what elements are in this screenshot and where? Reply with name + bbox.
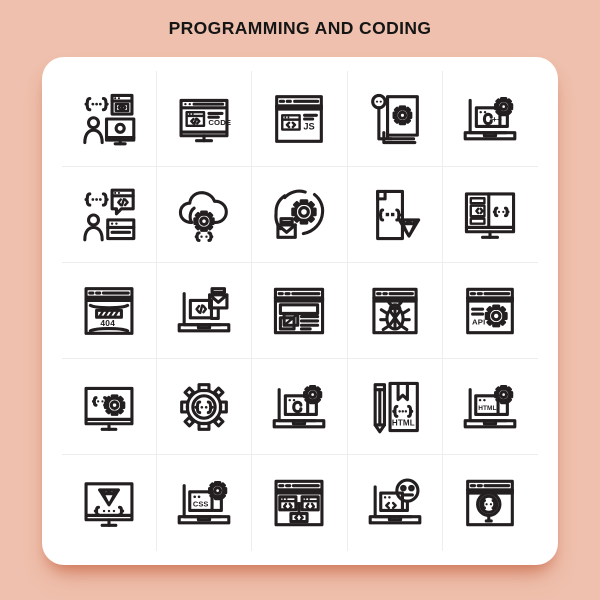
icon-cell-developer-gear-process[interactable] xyxy=(252,167,348,263)
laptop-developer-coding-icon xyxy=(173,280,235,342)
icon-cell-cloud-computing-gear-code[interactable] xyxy=(157,167,253,263)
developer-with-monitor-and-code-brackets-icon xyxy=(78,88,140,150)
developer-gear-process-icon xyxy=(268,184,330,246)
icon-cell-browser-javascript-window[interactable]: JS xyxy=(252,71,348,167)
icon-cell-browser-api-gear[interactable]: API xyxy=(442,263,538,359)
browser-api-gear-icon: API xyxy=(459,280,521,342)
icon-cell-laptop-css-gear[interactable]: CSS xyxy=(157,455,253,551)
laptop-csharp-gear-icon xyxy=(268,376,330,438)
icon-cell-laptop-code-neutral-face[interactable] xyxy=(348,455,443,551)
icon-cell-laptop-developer-coding[interactable] xyxy=(157,263,253,359)
developer-chat-code-brackets-icon xyxy=(78,184,140,246)
icon-cell-developer-chat-code-brackets[interactable] xyxy=(62,167,158,263)
svg-text:CSS: CSS xyxy=(193,500,209,509)
icon-cell-monitor-diamond-code[interactable] xyxy=(62,455,158,551)
pencil-html-book-icon: HTML xyxy=(364,376,426,438)
monitor-code-editor-icon: CODE xyxy=(173,88,232,150)
icon-cell-browser-code-sitemap-tree[interactable] xyxy=(252,455,348,551)
icon-cell-browser-404-error-page[interactable]: 404 xyxy=(62,263,158,359)
browser-javascript-window-icon: JS xyxy=(268,88,330,150)
icon-cell-monitor-code-gear-settings[interactable] xyxy=(62,359,158,455)
gear-code-brackets-icon xyxy=(173,376,235,438)
icon-cell-monitor-code-editor[interactable]: CODE xyxy=(157,71,253,167)
browser-code-sitemap-tree-icon xyxy=(268,472,330,534)
browser-code-search-magnifier-icon xyxy=(459,472,521,534)
laptop-html-gear-icon: HTML xyxy=(459,376,521,438)
icon-cell-browser-code-search-magnifier[interactable] xyxy=(443,455,538,551)
icon-cell-laptop-csharp-gear[interactable] xyxy=(252,359,348,455)
cloud-computing-gear-code-icon xyxy=(173,184,235,246)
icon-cell-monitor-split-code-panels[interactable] xyxy=(442,167,538,263)
icon-cell-stacked-pages-settings-gear[interactable] xyxy=(347,71,443,167)
icon-cell-pencil-html-book[interactable]: HTML xyxy=(347,359,443,455)
icon-cell-browser-web-layout-design[interactable] xyxy=(252,263,348,359)
icon-cell-laptop-html-gear[interactable]: HTML xyxy=(442,359,538,455)
stacked-pages-settings-gear-icon xyxy=(364,88,426,150)
icon-set-card: CODE JS ++ 404 API HTML HTML CSS xyxy=(42,57,558,565)
icon-cell-developer-with-monitor-and-code-brackets[interactable] xyxy=(62,71,158,167)
svg-text:CODE: CODE xyxy=(209,118,232,127)
laptop-code-neutral-face-icon xyxy=(364,472,426,534)
document-code-diamond-icon xyxy=(364,184,426,246)
browser-web-layout-design-icon xyxy=(268,280,330,342)
icon-cell-document-code-diamond[interactable] xyxy=(347,167,443,263)
browser-bug-debugging-icon xyxy=(364,280,426,342)
laptop-cplusplus-gear-icon: ++ xyxy=(459,88,521,150)
browser-404-error-page-icon: 404 xyxy=(78,280,140,342)
monitor-diamond-code-icon xyxy=(78,472,140,534)
icon-cell-browser-bug-debugging[interactable] xyxy=(347,263,443,359)
icon-cell-gear-code-brackets[interactable] xyxy=(157,359,253,455)
monitor-split-code-panels-icon xyxy=(459,184,521,246)
svg-text:API: API xyxy=(472,317,485,326)
laptop-css-gear-icon: CSS xyxy=(173,472,235,534)
page-title: PROGRAMMING AND CODING xyxy=(168,18,432,38)
svg-text:HTML: HTML xyxy=(392,418,415,427)
icon-grid: CODE JS ++ 404 API HTML HTML CSS xyxy=(62,71,538,551)
icon-cell-laptop-cplusplus-gear[interactable]: ++ xyxy=(442,71,538,167)
svg-text:JS: JS xyxy=(304,121,315,131)
svg-text:404: 404 xyxy=(100,317,115,327)
monitor-code-gear-settings-icon xyxy=(78,376,140,438)
svg-text:HTML: HTML xyxy=(479,405,497,412)
